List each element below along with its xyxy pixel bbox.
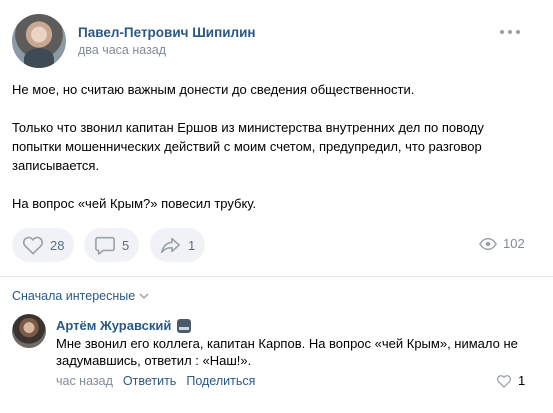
like-button[interactable]: 28 xyxy=(12,228,75,262)
share-count: 1 xyxy=(188,237,196,253)
post-author[interactable]: Павел-Петрович Шипилин xyxy=(78,25,256,40)
more-options-icon[interactable] xyxy=(500,27,522,37)
comment-author-row: Артём Журавский xyxy=(56,318,192,333)
views-count: 102 xyxy=(503,236,525,251)
comment-like-button[interactable]: 1 xyxy=(496,373,525,388)
reply-button[interactable]: Ответить xyxy=(123,374,176,388)
comment-actions: час назад Ответить Поделиться xyxy=(56,374,255,388)
comment-count: 5 xyxy=(122,237,130,253)
post-paragraph: Только что звонил капитан Ершов из минис… xyxy=(12,120,484,173)
share-button[interactable]: 1 xyxy=(150,228,206,262)
comment-share-button[interactable]: Поделиться xyxy=(186,374,255,388)
comment-author[interactable]: Артём Журавский xyxy=(56,318,171,333)
comments-sort-dropdown[interactable]: Сначала интересные xyxy=(12,289,149,303)
views-counter: 102 xyxy=(479,236,525,251)
comment-like-count: 1 xyxy=(518,373,526,388)
divider xyxy=(0,276,553,277)
heart-icon xyxy=(496,374,512,388)
post-paragraph: Не мое, но считаю важным донести до свед… xyxy=(12,82,415,97)
post-paragraph: На вопрос «чей Крым?» повесил трубку. xyxy=(12,196,257,211)
eye-icon xyxy=(479,237,497,250)
comment-icon xyxy=(95,236,115,255)
chevron-down-icon xyxy=(139,293,149,300)
comment-text: Мне звонил его коллега, капитан Карпов. … xyxy=(56,336,518,368)
comment-time[interactable]: час назад xyxy=(56,374,113,388)
comment-button[interactable]: 5 xyxy=(84,228,140,262)
sort-label: Сначала интересные xyxy=(12,289,136,303)
commenter-avatar[interactable] xyxy=(12,314,46,348)
post-time[interactable]: два часа назад xyxy=(78,43,166,57)
like-count: 28 xyxy=(50,237,65,253)
author-avatar[interactable] xyxy=(12,14,66,68)
post-text: Не мое, но считаю важным донести до свед… xyxy=(12,80,532,232)
share-icon xyxy=(161,237,180,254)
person-laptop-emoji-icon xyxy=(177,318,192,333)
heart-icon xyxy=(22,236,44,255)
